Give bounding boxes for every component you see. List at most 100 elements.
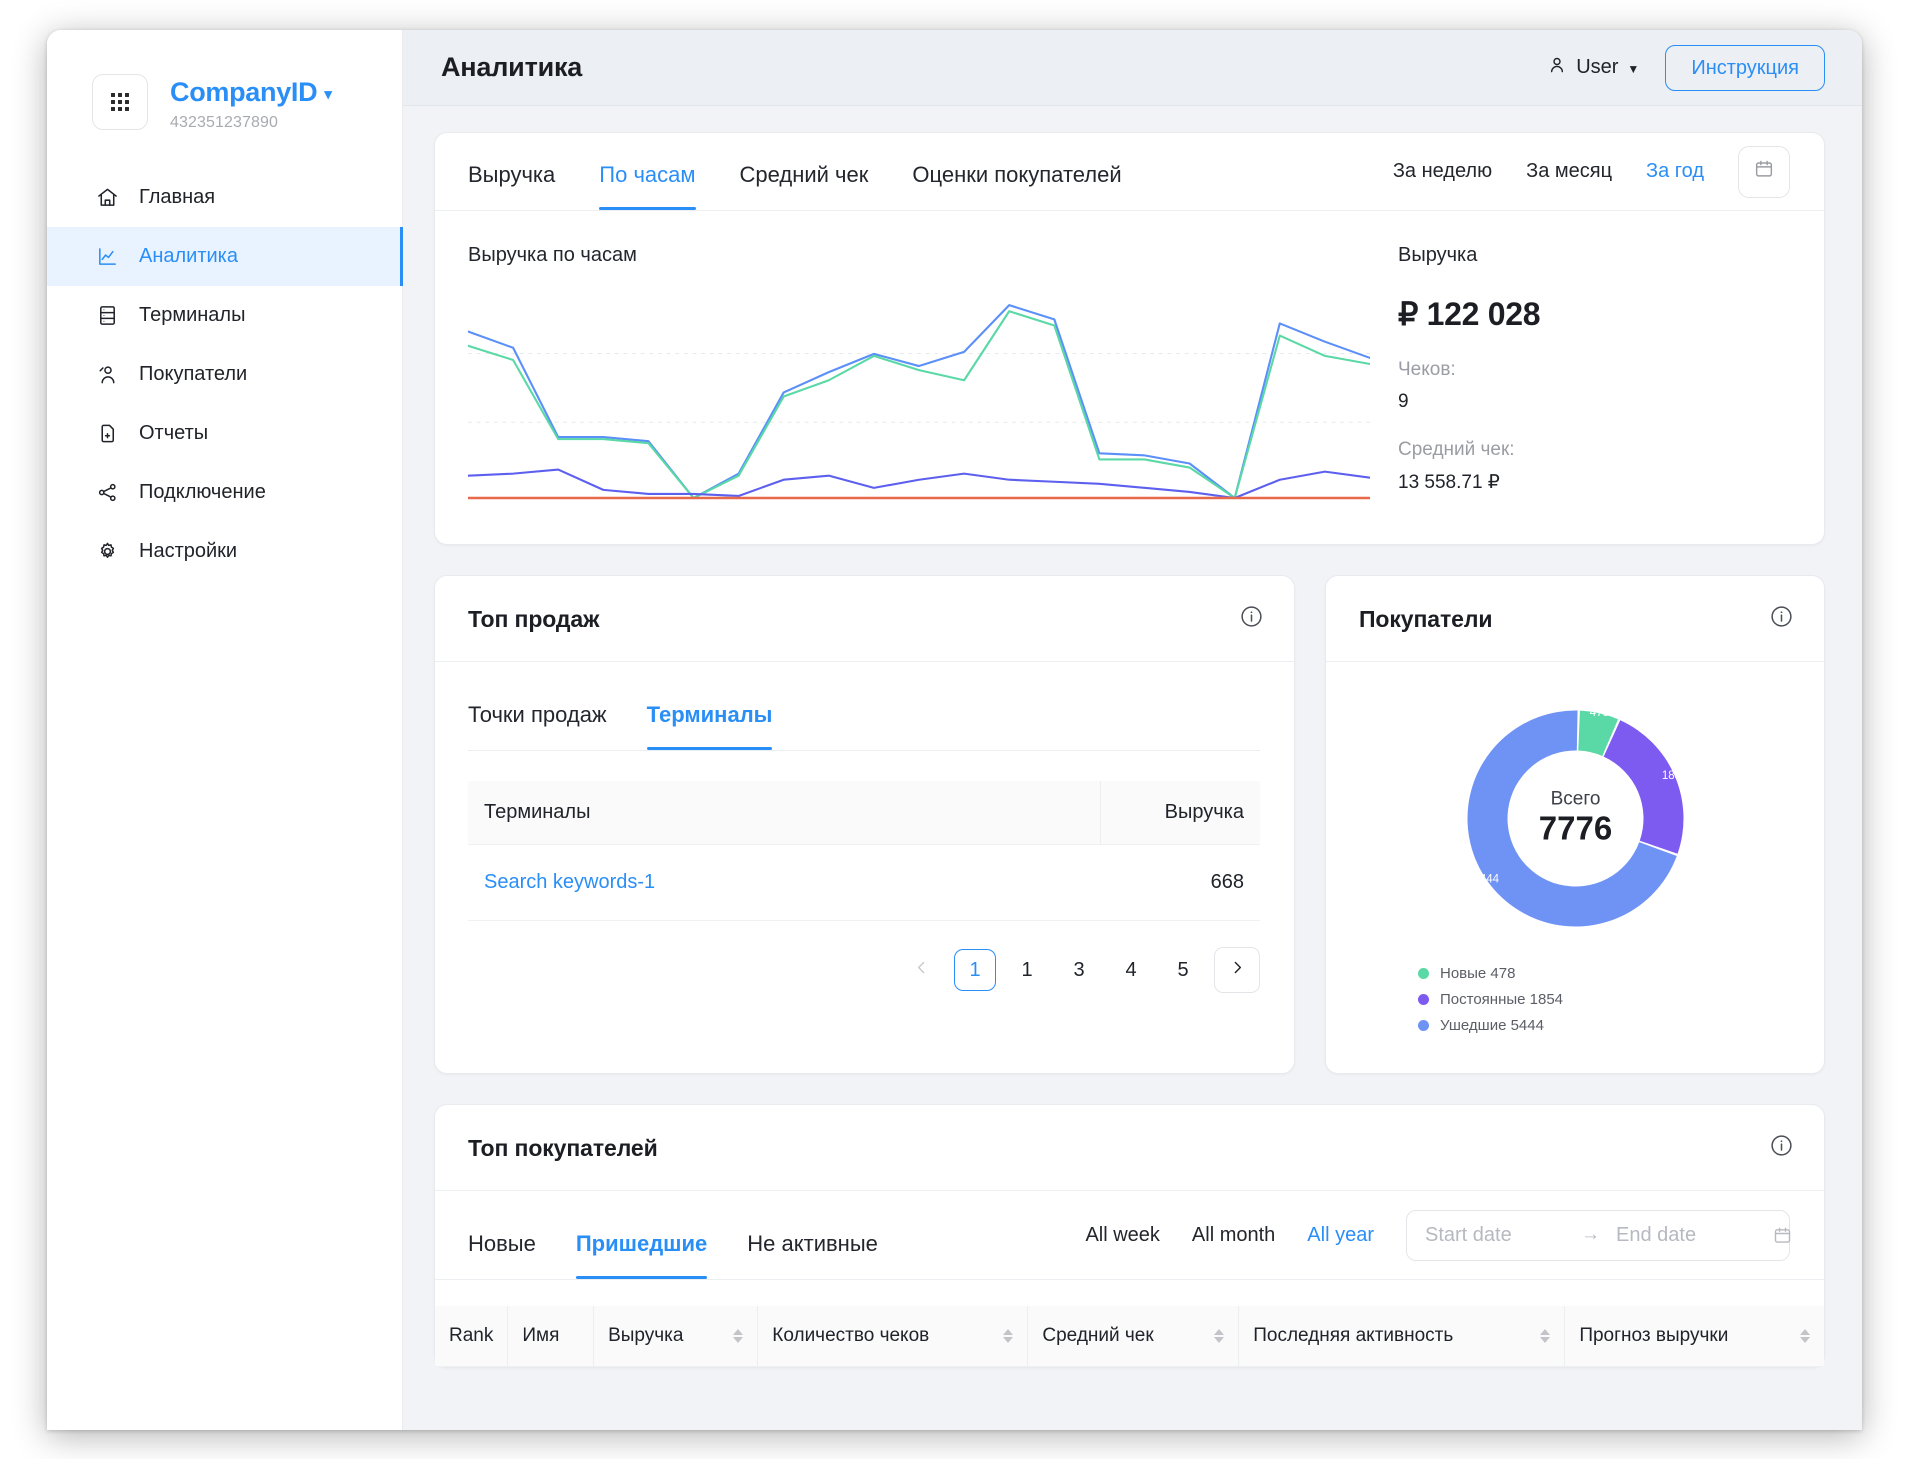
period-all-month[interactable]: All month (1192, 1224, 1275, 1247)
legend-item[interactable]: Новые 478 (1418, 965, 1824, 982)
avg-check-value: 13 558.71 ₽ (1398, 472, 1500, 493)
donut-slice-value: 478 (1589, 707, 1608, 719)
donut-slice-постоянные[interactable] (1603, 720, 1683, 854)
sort-toggle-icon[interactable] (1003, 1329, 1014, 1343)
buyers-header: Покупатели (1326, 576, 1824, 662)
buyers-card: Покупатели 478 1854 5444 Всего 7776 Новые 47… (1325, 575, 1825, 1074)
col-label: Выручка (608, 1325, 684, 1346)
period-year[interactable]: За год (1646, 160, 1704, 183)
table-header-row: Терминалы Выручка (468, 781, 1260, 845)
sidebar-item-nastroyki[interactable]: Настройки (47, 522, 402, 581)
period-month[interactable]: За месяц (1526, 160, 1612, 183)
sidebar-item-label: Покупатели (139, 363, 248, 385)
top-sales-header: Топ продаж (435, 576, 1294, 662)
sidebar-item-pokupateli[interactable]: Покупатели (47, 345, 402, 404)
tab-novye[interactable]: Новые (468, 1191, 536, 1279)
tab-prishedshie[interactable]: Пришедшие (575, 1191, 708, 1279)
user-label: User (1576, 56, 1619, 78)
pagination-page-5[interactable]: 5 (1162, 949, 1204, 991)
pagination-next[interactable] (1214, 947, 1260, 993)
legend-color-dot (1418, 1020, 1429, 1031)
sort-toggle-icon[interactable] (733, 1329, 744, 1343)
table-header-row: Rank Имя Выручка Количество чеков Средни… (435, 1306, 1824, 1367)
chevron-right-icon (1229, 959, 1246, 982)
pagination-page-3[interactable]: 3 (1058, 949, 1100, 991)
middle-row: Топ продаж Точки продаж Терминалы Термин… (434, 575, 1825, 1074)
legend-item[interactable]: Постоянные 1854 (1418, 991, 1824, 1008)
scroll-area[interactable]: Выручка По часам Средний чек Оценки поку… (403, 106, 1862, 1430)
sort-toggle-icon[interactable] (1214, 1329, 1225, 1343)
chart-series-series-blue (468, 305, 1370, 498)
col-vyruchka: Выручка (593, 1306, 758, 1367)
top-sales-subtabs: Точки продаж Терминалы (468, 662, 1260, 751)
sidebar-item-label: Настройки (139, 540, 238, 562)
top-buyers-filters: Новые Пришедшие Не активные All week All… (435, 1191, 1824, 1280)
pagination-page-4[interactable]: 4 (1110, 949, 1152, 991)
person-icon (1547, 55, 1567, 81)
sidebar-item-otchety[interactable]: Отчеты (47, 404, 402, 463)
start-date-input[interactable] (1425, 1223, 1565, 1247)
page-title: Аналитика (441, 52, 583, 82)
col-vyruchka: Выручка (1099, 781, 1260, 845)
tab-ne-aktivnye[interactable]: Не активные (747, 1191, 878, 1279)
sidebar-item-glavnaya[interactable]: Главная (47, 168, 402, 227)
date-range-arrow-icon: → (1581, 1224, 1600, 1245)
calendar-button[interactable] (1738, 145, 1790, 198)
period-all-year[interactable]: All year (1307, 1224, 1374, 1247)
col-label: Средний чек (1042, 1325, 1154, 1346)
info-circle-icon[interactable] (1239, 604, 1264, 634)
col-kolichestvo-chekov: Количество чеков (757, 1306, 1028, 1367)
subtab-tochki-prodazh[interactable]: Точки продаж (468, 662, 607, 750)
info-circle-icon[interactable] (1769, 1133, 1794, 1163)
top-buyers-title: Топ покупателей (468, 1134, 658, 1161)
top-sales-body: Точки продаж Терминалы Терминалы Выручка (435, 662, 1294, 1021)
pagination-page-2[interactable]: 1 (1006, 949, 1048, 991)
tab-po-chasam[interactable]: По часам (599, 133, 696, 210)
chevron-left-icon (913, 959, 930, 982)
col-rank: Rank (435, 1306, 508, 1367)
table-row[interactable]: Search keywords-1 668 (468, 844, 1260, 921)
sidebar-item-terminaly[interactable]: Терминалы (47, 286, 402, 345)
company-name[interactable]: CompanyID ▾ (170, 77, 332, 108)
subtab-terminaly[interactable]: Терминалы (646, 662, 772, 750)
analytics-body: Выручка по часам Выручка ₽ 122 028 Чеков… (435, 211, 1824, 544)
sidebar-item-podklyuchenie[interactable]: Подключение (47, 463, 402, 522)
tab-sredniy-chek[interactable]: Средний чек (740, 133, 869, 210)
chart-series-series-indigo (468, 470, 1370, 498)
col-prognoz-vyruchki: Прогноз выручки (1564, 1306, 1824, 1367)
sidebar-item-analitika[interactable]: Аналитика (47, 227, 403, 286)
chart-title: Выручка по часам (468, 244, 637, 266)
legend-item[interactable]: Ушедшие 5444 (1418, 1017, 1824, 1034)
terminal-name-link[interactable]: Search keywords-1 (468, 844, 1100, 921)
date-range-picker[interactable]: → (1406, 1209, 1793, 1261)
donut-slice-value: 5444 (1473, 873, 1499, 885)
tab-ocenki-pokupateley[interactable]: Оценки покупателей (912, 133, 1121, 210)
sort-toggle-icon[interactable] (1540, 1329, 1551, 1343)
period-all-week[interactable]: All week (1085, 1224, 1159, 1247)
info-circle-icon[interactable] (1769, 604, 1794, 634)
grid-dots-icon (111, 93, 129, 111)
company-switcher[interactable]: CompanyID ▾ 432351237890 (47, 60, 402, 132)
pagination-prev[interactable] (898, 947, 944, 993)
period-filters: За неделю За месяц За год (1393, 145, 1790, 198)
gear-icon (95, 540, 119, 564)
checks-value: 9 (1398, 391, 1409, 412)
instruction-button[interactable]: Инструкция (1665, 44, 1825, 91)
buyers-title: Покупатели (1359, 605, 1493, 632)
top-buyers-tabs: Новые Пришедшие Не активные (468, 1191, 878, 1279)
terminal-revenue: 668 (1100, 844, 1260, 921)
sidebar: CompanyID ▾ 432351237890 Главная Аналити… (47, 30, 403, 1430)
period-week[interactable]: За неделю (1393, 160, 1492, 183)
user-menu[interactable]: User ▼ (1547, 55, 1639, 81)
company-name-label: CompanyID (170, 77, 318, 107)
sort-toggle-icon[interactable] (1800, 1329, 1810, 1343)
main-content: Аналитика User ▼ Инструкция Выручка По ч… (403, 30, 1862, 1430)
end-date-input[interactable] (1616, 1223, 1756, 1247)
donut-center-label: Всего (1550, 789, 1600, 810)
pagination-page-1[interactable]: 1 (954, 949, 996, 991)
calendar-icon[interactable] (1772, 1225, 1793, 1246)
sidebar-item-label: Главная (139, 186, 216, 208)
tab-vyruchka[interactable]: Выручка (468, 133, 555, 210)
col-sredniy-chek: Средний чек (1027, 1306, 1239, 1367)
analytics-tabs: Выручка По часам Средний чек Оценки поку… (468, 133, 1122, 210)
